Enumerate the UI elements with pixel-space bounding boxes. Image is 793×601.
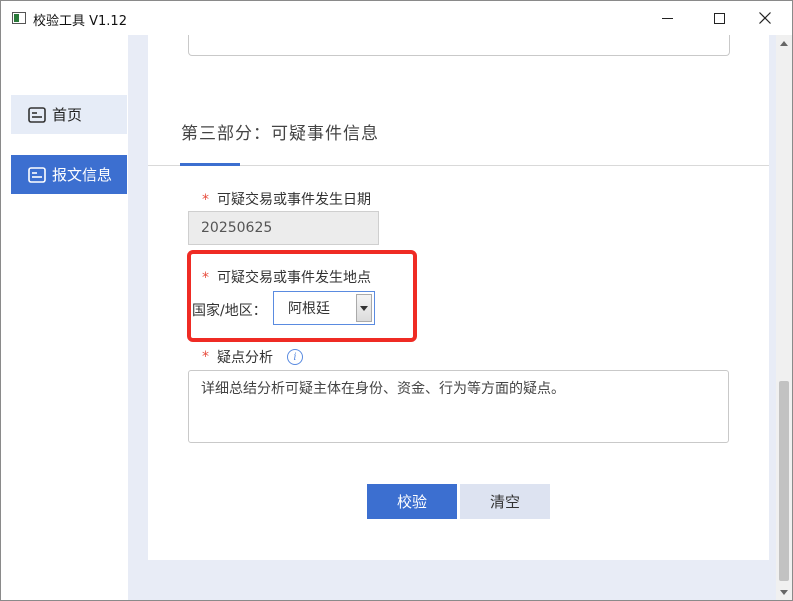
- sidebar-item-label: 报文信息: [52, 166, 113, 184]
- check-button[interactable]: 校验: [367, 484, 457, 519]
- card-icon: [28, 106, 46, 123]
- chevron-down-icon: [780, 589, 788, 595]
- required-mark: *: [202, 192, 209, 208]
- section-title-underline: [180, 163, 240, 166]
- client-area: 首页 报文信息 第三部分：可疑事件信息 * 可疑交易或事件发生日期 2025062…: [1, 35, 792, 600]
- close-button[interactable]: [742, 1, 788, 35]
- chevron-down-icon: [360, 305, 368, 311]
- previous-section-textarea[interactable]: [188, 35, 730, 56]
- country-select[interactable]: 阿根廷: [273, 291, 375, 325]
- maximize-icon: [713, 12, 725, 24]
- required-mark: *: [202, 349, 209, 365]
- vertical-scrollbar[interactable]: [776, 35, 792, 600]
- section-divider: [148, 165, 769, 166]
- maximize-button[interactable]: [696, 1, 742, 35]
- event-date-input[interactable]: 20250625: [188, 211, 379, 245]
- analysis-field-label: * 疑点分析 i: [202, 347, 303, 367]
- title-bar[interactable]: 校验工具 V1.12: [1, 1, 792, 35]
- info-icon[interactable]: i: [287, 349, 303, 365]
- sidebar-item-label: 首页: [52, 106, 83, 124]
- chevron-up-icon: [780, 40, 788, 46]
- analysis-textarea[interactable]: 详细总结分析可疑主体在身份、资金、行为等方面的疑点。: [188, 370, 729, 443]
- scroll-up-button[interactable]: [776, 35, 792, 51]
- app-icon: [12, 12, 26, 24]
- section-title: 第三部分：可疑事件信息: [181, 124, 379, 144]
- sidebar-item-message-info[interactable]: 报文信息: [11, 155, 127, 194]
- sidebar: 首页 报文信息: [1, 35, 127, 600]
- scroll-thumb[interactable]: [779, 381, 789, 581]
- date-field-label: * 可疑交易或事件发生日期: [202, 192, 371, 208]
- sidebar-item-home[interactable]: 首页: [11, 95, 127, 134]
- dropdown-arrow-button[interactable]: [356, 294, 372, 322]
- clear-button[interactable]: 清空: [460, 484, 550, 519]
- minimize-icon: [661, 17, 673, 19]
- close-icon: [759, 12, 771, 24]
- app-window: 校验工具 V1.12 首页 报文信息 第三部分：可疑事件信息 * 可疑交易或事件…: [0, 0, 793, 601]
- country-label: 国家/地区：: [192, 303, 267, 319]
- place-field-label: * 可疑交易或事件发生地点: [202, 270, 371, 286]
- required-mark: *: [202, 270, 209, 286]
- scroll-down-button[interactable]: [776, 584, 792, 600]
- minimize-button[interactable]: [644, 1, 690, 35]
- country-select-value: 阿根廷: [288, 301, 330, 317]
- window-title: 校验工具 V1.12: [33, 14, 127, 29]
- card-icon: [28, 166, 46, 183]
